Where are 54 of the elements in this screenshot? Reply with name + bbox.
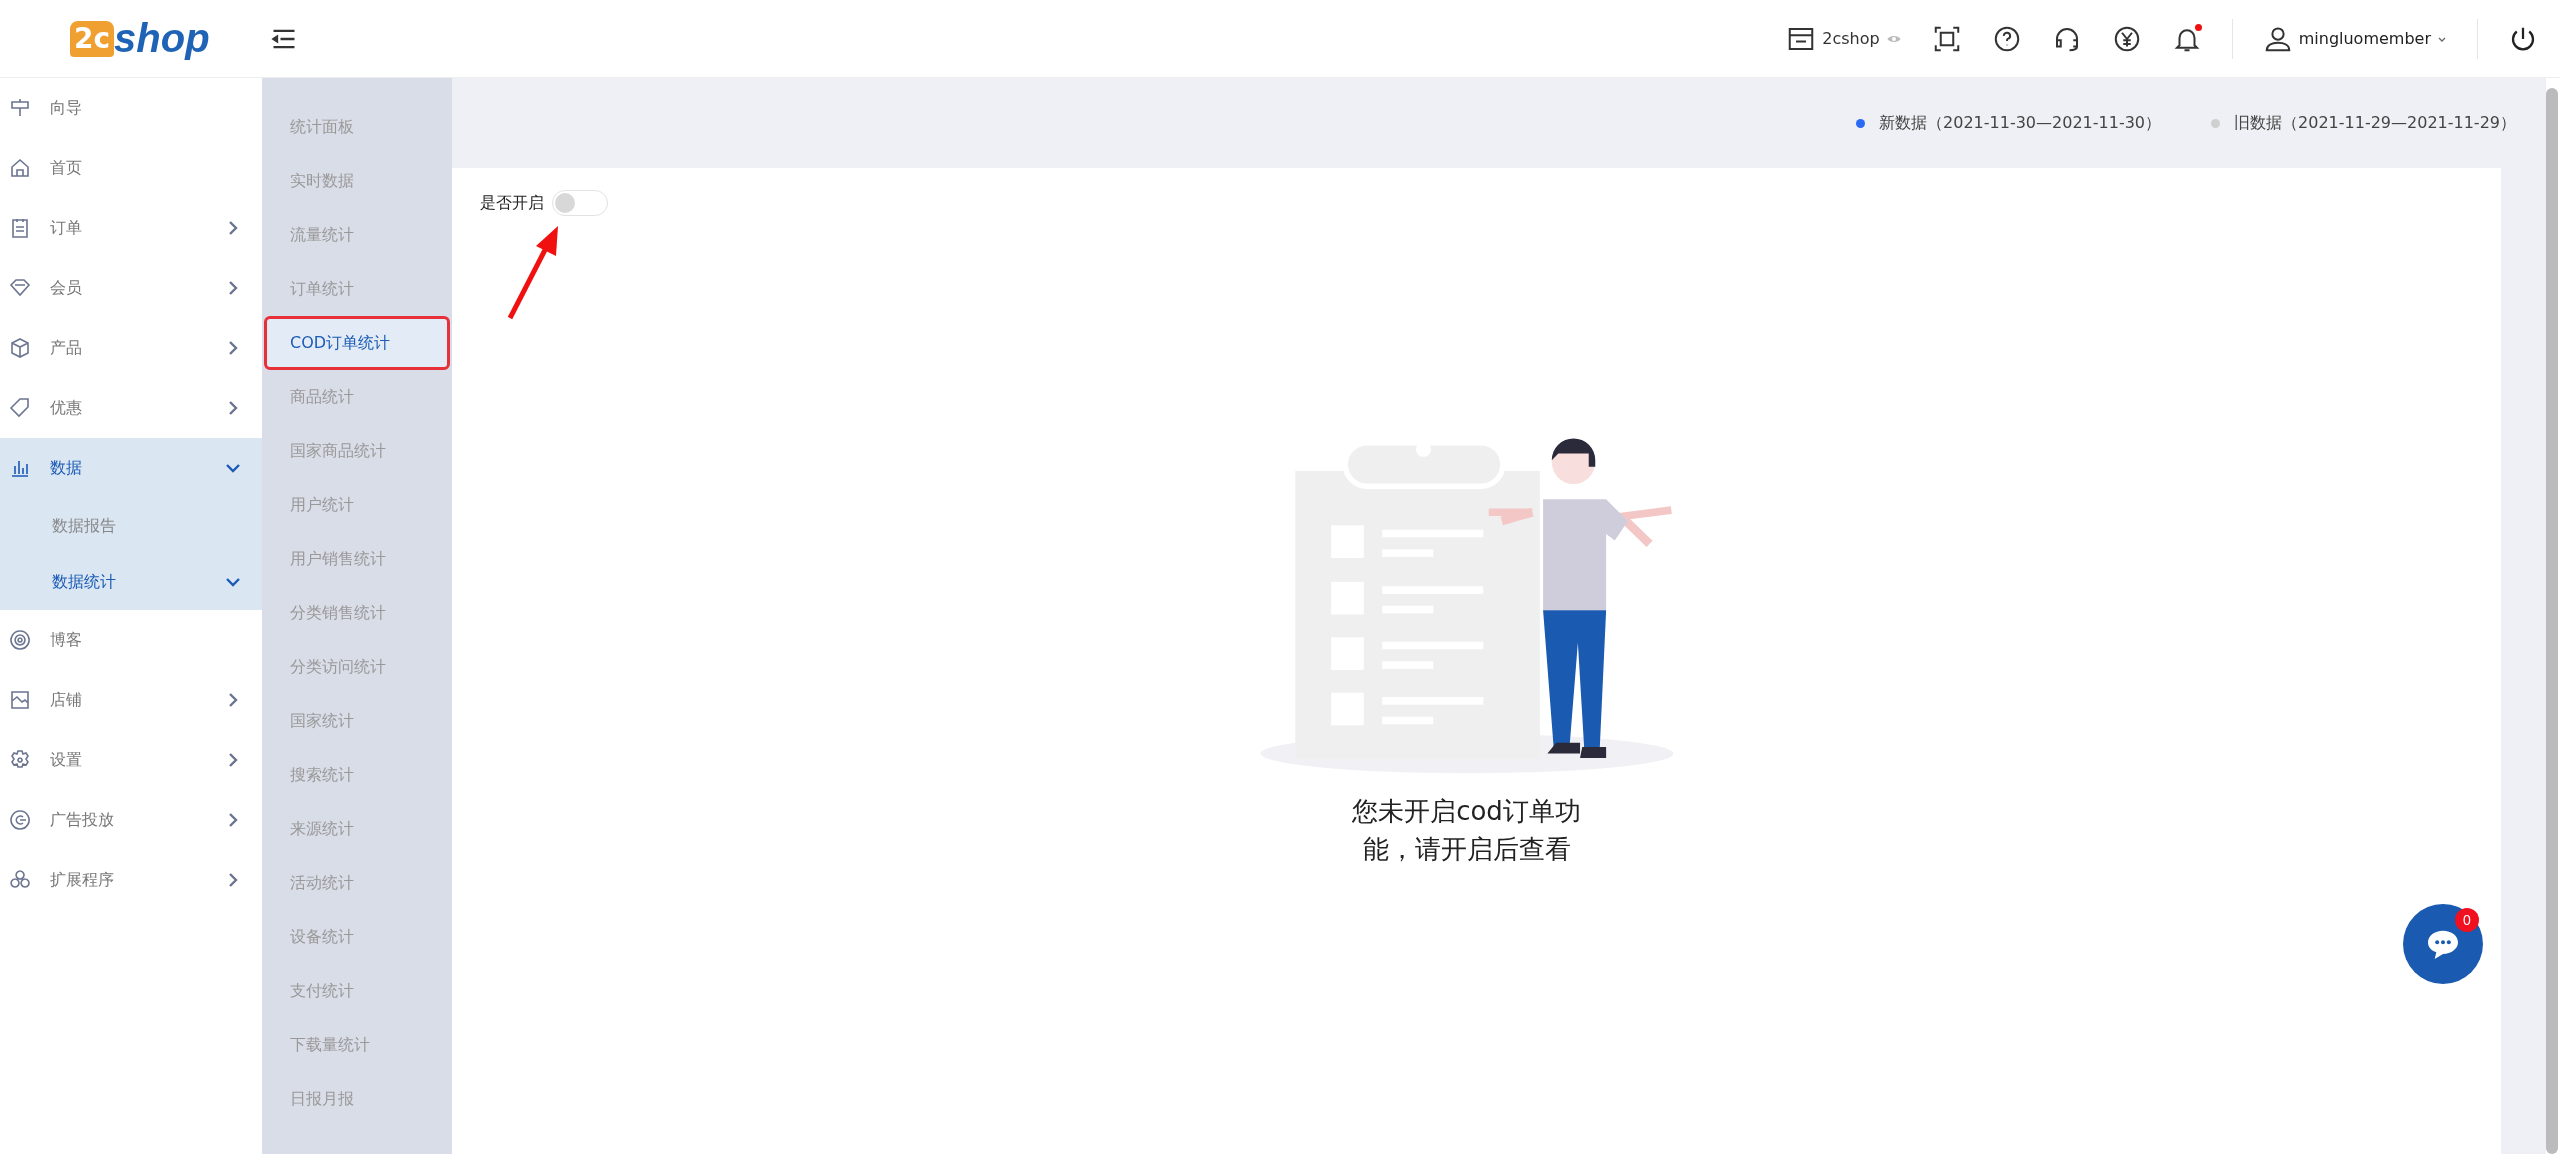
logo-bag-badge: 2c	[70, 20, 115, 57]
submenu-item[interactable]: 分类销售统计	[264, 586, 450, 640]
sidebar-subitem[interactable]: 数据统计	[0, 554, 262, 610]
user-name: mingluomember	[2298, 29, 2431, 48]
menu-item-icon	[8, 396, 32, 420]
sidebar-item[interactable]: 扩展程序	[0, 850, 262, 910]
submenu-item[interactable]: 实时数据	[264, 154, 450, 208]
logo-wordmark: shop	[114, 16, 210, 61]
submenu-item[interactable]: 日报月报	[264, 1072, 450, 1126]
submenu-item[interactable]: 用户统计	[264, 478, 450, 532]
menu-item-icon	[8, 688, 32, 712]
menu-item-icon	[8, 336, 32, 360]
submenu-item[interactable]: 活动统计	[264, 856, 450, 910]
sidebar-item[interactable]: 会员	[0, 258, 262, 318]
submenu-item[interactable]: 用户销售统计	[264, 532, 450, 586]
submenu-item[interactable]: 国家商品统计	[264, 424, 450, 478]
scrollbar[interactable]	[2546, 88, 2558, 1154]
submenu-item[interactable]: 统计面板	[264, 100, 450, 154]
unread-count-badge: 0	[2455, 908, 2479, 932]
chat-button[interactable]: 0	[2403, 904, 2483, 984]
empty-state-message: 您未开启cod订单功能，请开启后查看	[1351, 795, 1582, 866]
store-switcher[interactable]: 2cshop	[1786, 23, 1902, 54]
toggle-label: 是否开启	[480, 192, 544, 214]
sidebar-item[interactable]: 首页	[0, 138, 262, 198]
menu-item-icon	[8, 808, 32, 832]
sidebar-item[interactable]: 设置	[0, 730, 262, 790]
legend-label: 新数据（2021-11-30—2021-11-30）	[1879, 112, 2162, 134]
submenu-item[interactable]: 设备统计	[264, 910, 450, 964]
sidebar-subitem[interactable]: 数据报告	[0, 498, 262, 554]
menu-item-icon	[8, 628, 32, 652]
submenu-item[interactable]: 下载量统计	[264, 1018, 450, 1072]
submenu-item[interactable]: 搜索统计	[264, 748, 450, 802]
sidebar-item[interactable]: 向导	[0, 78, 262, 138]
submenu-item[interactable]: 订单统计	[264, 262, 450, 316]
submenu-item[interactable]: 支付统计	[264, 964, 450, 1018]
sidebar-item[interactable]: 博客	[0, 610, 262, 670]
submenu-item[interactable]: 商品统计	[264, 370, 450, 424]
legend-label: 旧数据（2021-11-29—2021-11-29）	[2234, 112, 2516, 134]
submenu-item[interactable]: 分类访问统计	[264, 640, 450, 694]
store-name: 2cshop	[1822, 29, 1880, 48]
sidebar-item[interactable]: 广告投放	[0, 790, 262, 850]
sidebar-item[interactable]: 优惠	[0, 378, 262, 438]
user-menu[interactable]: mingluomember	[2262, 23, 2447, 54]
sidebar-item[interactable]: 订单	[0, 198, 262, 258]
toggle-switch[interactable]	[552, 190, 608, 216]
sidebar-item[interactable]: 产品	[0, 318, 262, 378]
submenu-item[interactable]: 来源统计	[264, 802, 450, 856]
submenu-item[interactable]: COD订单统计	[264, 316, 450, 370]
submenu-item[interactable]: 国家统计	[264, 694, 450, 748]
sidebar-item[interactable]: 数据	[0, 438, 262, 498]
logo[interactable]: 2cshop	[70, 16, 240, 61]
sidebar-item[interactable]: 店铺	[0, 670, 262, 730]
submenu-item[interactable]: 流量统计	[264, 208, 450, 262]
menu-item-icon	[8, 156, 32, 180]
